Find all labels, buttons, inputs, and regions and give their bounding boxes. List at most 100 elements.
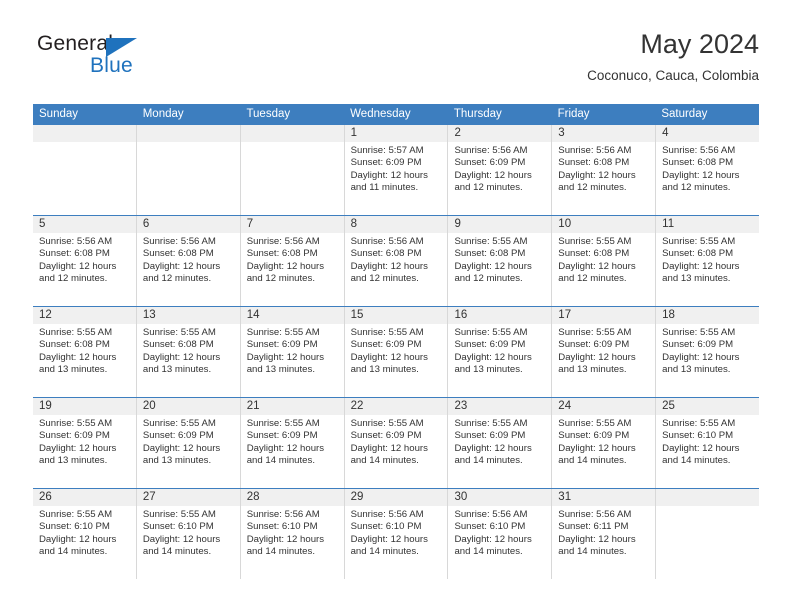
day-cell[interactable]: 27 Sunrise: 5:55 AM Sunset: 6:10 PM Dayligh… [136, 489, 241, 579]
weekday-header-wednesday: Wednesday [350, 108, 411, 120]
daylight-text-line2: and 14 minutes. [350, 455, 419, 467]
daylight-text-line2: and 11 minutes. [350, 182, 419, 194]
daylight-text-line2: and 12 minutes. [246, 273, 315, 285]
daylight-text-line2: and 13 minutes. [558, 364, 627, 376]
day-cell[interactable]: 16 Sunrise: 5:55 AM Sunset: 6:09 PM Dayligh… [448, 307, 553, 397]
day-cell[interactable]: 10 Sunrise: 5:55 AM Sunset: 6:08 PM Dayligh… [552, 216, 657, 306]
sunset-text: Sunset: 6:10 PM [142, 521, 214, 533]
day-info: Sunrise: 5:56 AM Sunset: 6:11 PM Daylight:… [552, 506, 655, 559]
day-cell[interactable]: 28 Sunrise: 5:56 AM Sunset: 6:10 PM Dayligh… [240, 489, 345, 579]
day-cell[interactable]: 29 Sunrise: 5:56 AM Sunset: 6:10 PM Dayligh… [344, 489, 449, 579]
daylight-text-line1: Daylight: 12 hours [454, 442, 532, 454]
day-cell[interactable]: 13 Sunrise: 5:55 AM Sunset: 6:08 PM Dayligh… [136, 307, 241, 397]
general-blue-logo[interactable]: General Blue [33, 32, 183, 84]
day-cell[interactable]: 18 Sunrise: 5:55 AM Sunset: 6:09 PM Dayligh… [656, 307, 760, 397]
weekday-header-sunday: Sunday [39, 108, 79, 120]
sunset-text: Sunset: 6:09 PM [350, 157, 422, 169]
day-cell[interactable]: 24 Sunrise: 5:55 AM Sunset: 6:09 PM Dayligh… [552, 398, 657, 488]
daylight-text-line1: Daylight: 12 hours [454, 351, 532, 363]
day-cell[interactable]: 31 Sunrise: 5:56 AM Sunset: 6:11 PM Dayligh… [552, 489, 657, 579]
day-cell[interactable]: 25 Sunrise: 5:55 AM Sunset: 6:10 PM Dayligh… [656, 398, 760, 488]
daylight-text-line1: Daylight: 12 hours [558, 260, 636, 272]
daylight-text-line1: Daylight: 12 hours [350, 169, 428, 181]
day-cell[interactable]: 9 Sunrise: 5:55 AM Sunset: 6:08 PM Daylight… [448, 216, 553, 306]
day-number: 31 [552, 489, 656, 506]
day-cell[interactable]: 12 Sunrise: 5:55 AM Sunset: 6:08 PM Dayligh… [33, 307, 137, 397]
day-cell[interactable]: 2 Sunrise: 5:56 AM Sunset: 6:09 PM Daylight… [448, 125, 553, 215]
day-cell[interactable]: 23 Sunrise: 5:55 AM Sunset: 6:09 PM Dayligh… [448, 398, 553, 488]
day-cell[interactable]: 7 Sunrise: 5:56 AM Sunset: 6:08 PM Daylight… [240, 216, 345, 306]
weekday-header-thursday: Thursday [453, 108, 502, 120]
day-cell[interactable]: 15 Sunrise: 5:55 AM Sunset: 6:09 PM Dayligh… [344, 307, 449, 397]
day-info: Sunrise: 5:55 AM Sunset: 6:08 PM Daylight:… [137, 324, 240, 377]
daylight-text-line1: Daylight: 12 hours [454, 169, 532, 181]
day-info: Sunrise: 5:55 AM Sunset: 6:09 PM Daylight:… [448, 324, 551, 377]
sunrise-text: Sunrise: 5:55 AM [142, 418, 216, 429]
sunset-text: Sunset: 6:10 PM [246, 521, 318, 533]
daylight-text-line1: Daylight: 12 hours [662, 260, 740, 272]
day-cell[interactable]: 22 Sunrise: 5:55 AM Sunset: 6:09 PM Dayligh… [344, 398, 449, 488]
day-number: 11 [656, 216, 760, 233]
day-info: Sunrise: 5:55 AM Sunset: 6:08 PM Daylight:… [448, 233, 551, 286]
day-cell[interactable]: 4 Sunrise: 5:56 AM Sunset: 6:08 PM Daylight… [656, 125, 760, 215]
day-cell[interactable]: 26 Sunrise: 5:55 AM Sunset: 6:10 PM Dayligh… [33, 489, 137, 579]
daylight-text-line2: and 13 minutes. [142, 364, 212, 376]
sunset-text: Sunset: 6:09 PM [454, 430, 526, 442]
day-cell[interactable]: 14 Sunrise: 5:55 AM Sunset: 6:09 PM Dayligh… [240, 307, 345, 397]
daylight-text-line1: Daylight: 12 hours [142, 442, 221, 454]
weekday-header-tuesday: Tuesday [246, 108, 291, 120]
day-info: Sunrise: 5:56 AM Sunset: 6:08 PM Daylight:… [33, 233, 136, 286]
day-number: 5 [33, 216, 136, 233]
daylight-text-line2: and 13 minutes. [246, 364, 315, 376]
daylight-text-line1: Daylight: 12 hours [662, 169, 740, 181]
day-number: 23 [448, 398, 552, 415]
day-cell[interactable]: 5 Sunrise: 5:56 AM Sunset: 6:08 PM Daylight… [33, 216, 137, 306]
day-cell[interactable]: 30 Sunrise: 5:56 AM Sunset: 6:10 PM Dayligh… [448, 489, 553, 579]
daylight-text-line1: Daylight: 12 hours [350, 442, 428, 454]
daylight-text-line1: Daylight: 12 hours [454, 260, 532, 272]
title-block: May 2024 Coconuco, Cauca, Colombia [587, 28, 759, 84]
daylight-text-line2: and 12 minutes. [350, 273, 419, 285]
sunset-text: Sunset: 6:08 PM [142, 248, 214, 260]
sunrise-text: Sunrise: 5:55 AM [558, 236, 632, 247]
calendar-grid: Sunday Monday Tuesday Wednesday Thursday Frid… [33, 104, 760, 579]
day-number: 24 [552, 398, 656, 415]
sunset-text: Sunset: 6:08 PM [662, 248, 734, 260]
day-number [136, 125, 240, 142]
day-cell[interactable]: 3 Sunrise: 5:56 AM Sunset: 6:08 PM Daylight… [552, 125, 657, 215]
sunrise-text: Sunrise: 5:55 AM [39, 418, 113, 429]
sunrise-text: Sunrise: 5:55 AM [662, 418, 736, 429]
day-number: 25 [656, 398, 760, 415]
daylight-text-line1: Daylight: 12 hours [558, 169, 636, 181]
sunrise-text: Sunrise: 5:56 AM [142, 236, 216, 247]
day-info: Sunrise: 5:56 AM Sunset: 6:10 PM Daylight:… [241, 506, 344, 559]
weekday-header-friday: Friday [557, 108, 590, 120]
sunrise-text: Sunrise: 5:55 AM [662, 236, 736, 247]
day-cell[interactable]: 11 Sunrise: 5:55 AM Sunset: 6:08 PM Dayligh… [656, 216, 760, 306]
daylight-text-line1: Daylight: 12 hours [142, 260, 221, 272]
day-info: Sunrise: 5:57 AM Sunset: 6:09 PM Daylight:… [345, 142, 448, 195]
day-cell[interactable]: 19 Sunrise: 5:55 AM Sunset: 6:09 PM Dayligh… [33, 398, 137, 488]
day-info: Sunrise: 5:55 AM Sunset: 6:08 PM Daylight:… [552, 233, 655, 286]
day-number: 3 [552, 125, 656, 142]
day-cell[interactable]: 21 Sunrise: 5:55 AM Sunset: 6:09 PM Dayligh… [240, 398, 345, 488]
sunset-text: Sunset: 6:09 PM [39, 430, 110, 442]
day-cell[interactable]: 20 Sunrise: 5:55 AM Sunset: 6:09 PM Dayligh… [136, 398, 241, 488]
day-info: Sunrise: 5:55 AM Sunset: 6:09 PM Daylight:… [656, 324, 759, 377]
daylight-text-line1: Daylight: 12 hours [246, 351, 325, 363]
day-info: Sunrise: 5:55 AM Sunset: 6:09 PM Daylight:… [345, 415, 448, 468]
day-cell[interactable]: 1 Sunrise: 5:57 AM Sunset: 6:09 PM Daylight… [344, 125, 449, 215]
sunrise-text: Sunrise: 5:55 AM [558, 327, 632, 338]
daylight-text-line2: and 14 minutes. [246, 455, 315, 467]
day-cell[interactable]: 6 Sunrise: 5:56 AM Sunset: 6:08 PM Daylight… [136, 216, 241, 306]
sunrise-text: Sunrise: 5:55 AM [39, 327, 113, 338]
day-cell-empty [240, 125, 345, 215]
day-number: 9 [448, 216, 552, 233]
sunrise-text: Sunrise: 5:57 AM [350, 145, 424, 156]
daylight-text-line1: Daylight: 12 hours [558, 533, 636, 545]
sunset-text: Sunset: 6:10 PM [39, 521, 110, 533]
day-cell[interactable]: 17 Sunrise: 5:55 AM Sunset: 6:09 PM Dayligh… [552, 307, 657, 397]
day-cell[interactable]: 8 Sunrise: 5:56 AM Sunset: 6:08 PM Daylight… [344, 216, 449, 306]
daylight-text-line2: and 12 minutes. [142, 273, 212, 285]
sunset-text: Sunset: 6:08 PM [558, 248, 630, 260]
